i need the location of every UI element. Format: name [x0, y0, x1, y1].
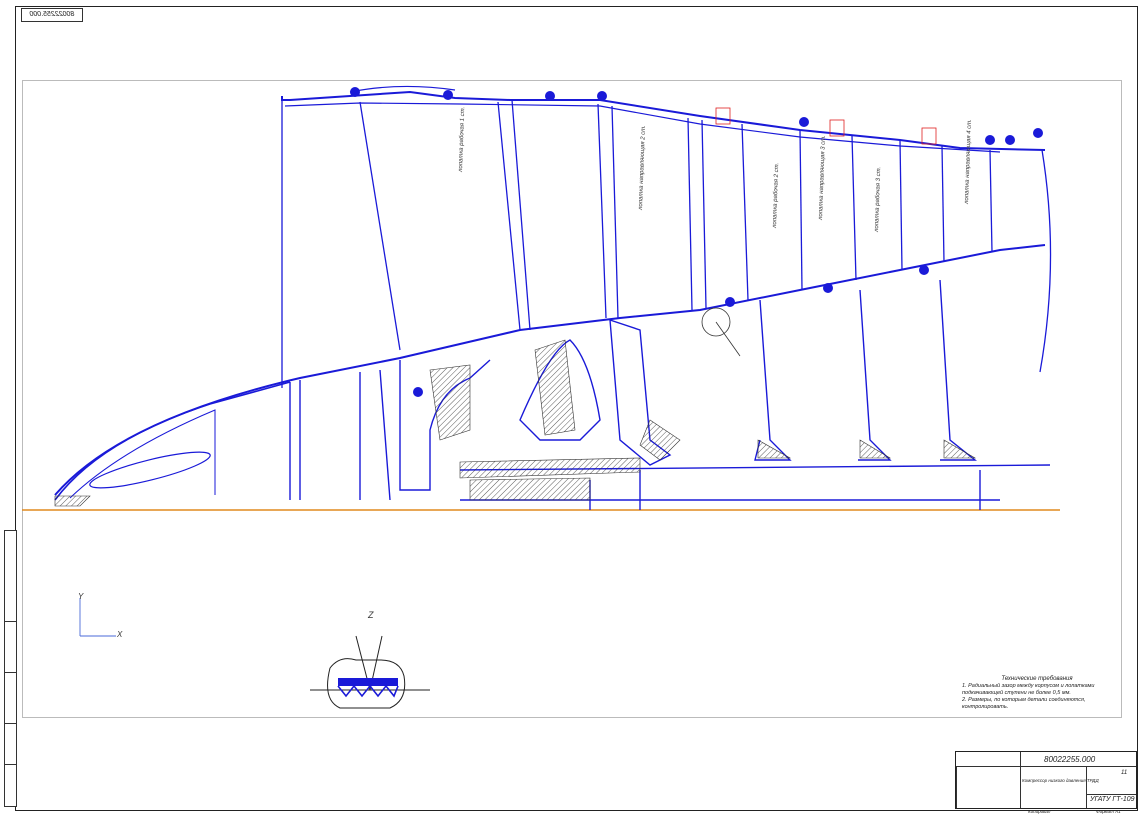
blade-label: лопатка направляющая 4 ст.	[964, 119, 973, 205]
title-block-format: Формат А1	[1096, 809, 1121, 814]
title-block-org: УГАТУ ГТ-109	[1090, 796, 1135, 803]
blade-outline	[741, 123, 749, 301]
blade-outline	[611, 105, 619, 319]
hatched-section	[757, 439, 792, 459]
blade-outline	[511, 99, 531, 331]
detail-view-label: Z	[367, 610, 374, 620]
title-block-code: 80022255.000	[1044, 755, 1096, 764]
x-axis-label: X	[116, 630, 123, 639]
blade-label: лопатка рабочая 2 ст.	[772, 163, 780, 229]
note-line: подкачивающей ступени не более 0,5 мм.	[962, 690, 1071, 696]
bolt-head	[823, 283, 833, 293]
blade-outline	[851, 135, 857, 281]
bolt-head	[725, 297, 735, 307]
bolt-head	[919, 265, 929, 275]
bolt-head	[443, 90, 453, 100]
outer-casing	[281, 90, 1046, 151]
disk-4	[754, 299, 792, 461]
bolt-head	[597, 91, 607, 101]
blade-outline	[799, 129, 803, 291]
bolt-head	[1033, 128, 1043, 138]
hatched-section	[54, 495, 91, 507]
spinner-inner	[69, 409, 216, 499]
title-block-sheet: 11	[1121, 770, 1128, 776]
blade-label: лопатка направляющая 3 ст.	[818, 135, 827, 221]
notes-title: Технические требования	[1001, 676, 1073, 682]
front-struts	[289, 369, 391, 501]
bolt-head	[545, 91, 555, 101]
disk-6	[939, 279, 977, 461]
rear-case	[589, 470, 981, 510]
blade-label: лопатка направляющая 2 ст.	[638, 125, 647, 211]
note-line: контролировать.	[962, 704, 1009, 710]
note-line: 2. Размеры, по которым детали соединяютс…	[962, 697, 1086, 703]
bolt-marker	[715, 107, 731, 125]
blade-label: лопатка рабочая 1 ст.	[458, 107, 466, 173]
blade-outline	[1039, 149, 1052, 373]
bolt-head	[799, 117, 809, 127]
title-block: 80022255.000 Компрессор низкого давления…	[955, 751, 1137, 814]
bolt-head	[985, 135, 995, 145]
bolt-head	[413, 387, 423, 397]
blade-outline	[687, 117, 693, 311]
y-axis-label: Y	[78, 592, 84, 601]
blade-outline	[989, 149, 993, 253]
detail-labyrinth	[337, 684, 399, 698]
title-block-name: Компрессор низкого давления ТРДД	[1022, 778, 1099, 783]
hatched-section	[459, 457, 641, 479]
disk-5	[858, 289, 892, 461]
bolt-head	[350, 87, 360, 97]
hatched-section	[429, 364, 471, 441]
blade-outline	[597, 103, 607, 319]
outer-fairing	[349, 85, 456, 93]
note-line: 1. Радиальный зазор между корпусом и лоп…	[962, 683, 1095, 689]
blade-outline	[899, 139, 903, 271]
blade-outline	[701, 119, 707, 309]
detail-seal-band	[338, 678, 398, 686]
hatched-section	[943, 439, 977, 459]
blade-label: лопатка рабочая 3 ст.	[874, 167, 882, 233]
bolt-marker	[921, 127, 937, 145]
hatched-section	[859, 439, 892, 459]
detail-callout-leader	[715, 321, 741, 357]
hatched-section	[469, 477, 591, 501]
blade-outline	[497, 101, 521, 331]
hatched-section	[639, 419, 681, 461]
title-block-copied: Копировал	[1028, 809, 1051, 814]
technical-requirements: Технические требования 1. Радиальный заз…	[962, 676, 1112, 711]
blade-outline	[941, 145, 945, 263]
hatched-section	[534, 339, 576, 436]
bolt-head	[1005, 135, 1015, 145]
blade-outline	[359, 101, 401, 351]
